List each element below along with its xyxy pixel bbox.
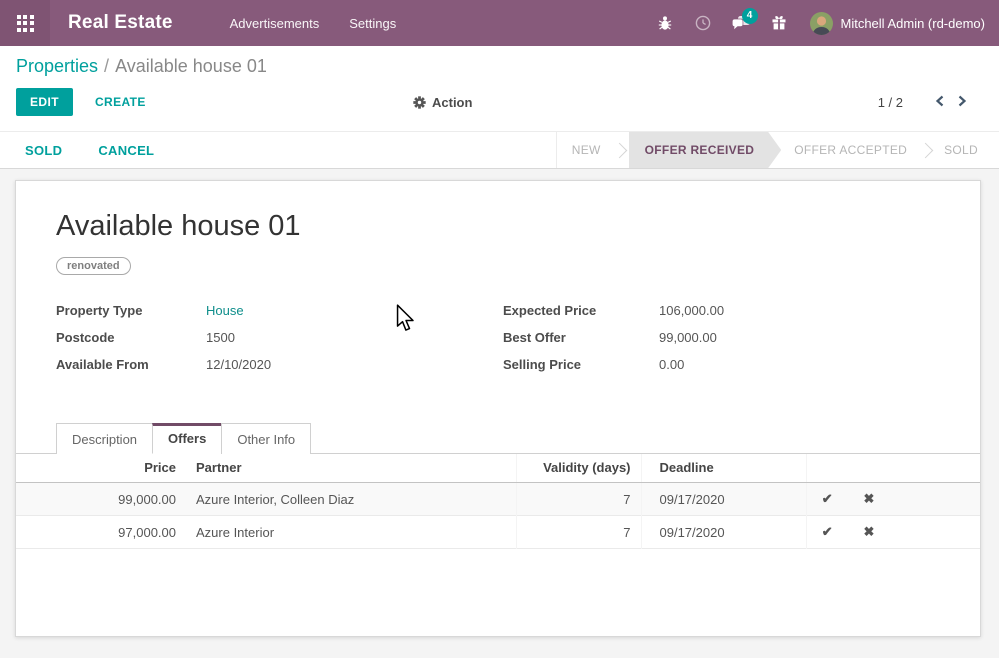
- field-label: Postcode: [56, 330, 206, 345]
- create-button[interactable]: CREATE: [89, 88, 152, 116]
- field-label: Available From: [56, 357, 206, 372]
- debug-bug-icon[interactable]: [646, 15, 684, 31]
- offer-deadline: 09/17/2020: [641, 516, 806, 549]
- field-groups: Property Type House Postcode 1500 Availa…: [56, 303, 940, 384]
- refuse-offer-icon[interactable]: ✖: [848, 516, 890, 549]
- breadcrumb-separator: /: [104, 56, 109, 76]
- field-property-type: Property Type House: [56, 303, 503, 318]
- top-navbar: Real Estate Advertisements Settings: [0, 0, 999, 46]
- action-label: Action: [432, 95, 472, 110]
- sold-button[interactable]: SOLD: [25, 143, 62, 158]
- field-label: Property Type: [56, 303, 206, 318]
- tab-other-info[interactable]: Other Info: [221, 423, 311, 454]
- control-buttons-row: EDIT CREATE Action 1 / 2: [16, 88, 983, 116]
- refuse-offer-icon[interactable]: ✖: [848, 483, 890, 516]
- field-label: Best Offer: [503, 330, 659, 345]
- pager-value: 1 / 2: [878, 95, 903, 110]
- column-header-deadline[interactable]: Deadline: [641, 454, 806, 483]
- column-header-filler: [890, 454, 980, 483]
- field-label: Expected Price: [503, 303, 659, 318]
- offer-row-2[interactable]: 97,000.00 Azure Interior 7 09/17/2020 ✔ …: [16, 516, 980, 549]
- control-panel: Properties / Available house 01 EDIT CREAT…: [0, 46, 999, 131]
- notebook-tabs: Description Offers Other Info: [16, 423, 980, 454]
- edit-button[interactable]: EDIT: [16, 88, 73, 116]
- offer-row-1[interactable]: 99,000.00 Azure Interior, Colleen Diaz 7…: [16, 483, 980, 516]
- gear-icon: [413, 96, 426, 109]
- avatar-photo: [810, 12, 833, 35]
- field-group-left: Property Type House Postcode 1500 Availa…: [56, 303, 503, 384]
- user-menu[interactable]: Mitchell Admin (rd-demo): [841, 16, 986, 31]
- apps-menu-button[interactable]: [0, 0, 50, 46]
- field-available-from: Available From 12/10/2020: [56, 357, 503, 372]
- field-postcode: Postcode 1500: [56, 330, 503, 345]
- field-expected-price: Expected Price 106,000.00: [503, 303, 940, 318]
- field-value: 0.00: [659, 357, 684, 372]
- action-menu-button[interactable]: Action: [413, 95, 472, 110]
- activities-clock-icon[interactable]: [684, 15, 722, 31]
- field-group-right: Expected Price 106,000.00 Best Offer 99,…: [503, 303, 940, 384]
- tab-description[interactable]: Description: [56, 423, 153, 454]
- column-header-price[interactable]: Price: [16, 454, 186, 483]
- stage-sold[interactable]: SOLD: [933, 143, 989, 157]
- breadcrumb: Properties / Available house 01: [16, 56, 983, 77]
- offers-header-row: Price Partner Validity (days) Deadline: [16, 454, 980, 483]
- pager: 1 / 2: [878, 93, 973, 112]
- pager-previous-button[interactable]: [929, 93, 951, 112]
- bug-icon: [657, 15, 673, 31]
- field-value: 99,000.00: [659, 330, 717, 345]
- messages-menu[interactable]: 4: [722, 15, 760, 32]
- menu-advertisements[interactable]: Advertisements: [230, 16, 320, 31]
- menu-settings[interactable]: Settings: [349, 16, 396, 31]
- stage-offer-accepted[interactable]: OFFER ACCEPTED: [783, 143, 918, 157]
- stage-pipeline: NEW OFFER RECEIVED OFFER ACCEPTED SOLD: [556, 132, 999, 168]
- tag-renovated: renovated: [56, 257, 131, 275]
- stage-separator-chevron: [918, 142, 934, 158]
- gift-icon-button[interactable]: [760, 15, 798, 31]
- breadcrumb-parent-link[interactable]: Properties: [16, 56, 98, 76]
- chevron-left-icon: [935, 95, 945, 107]
- field-value: 12/10/2020: [206, 357, 271, 372]
- offer-partner: Azure Interior, Colleen Diaz: [186, 483, 516, 516]
- offer-price: 97,000.00: [16, 516, 186, 549]
- app-title[interactable]: Real Estate: [68, 12, 173, 34]
- property-type-link[interactable]: House: [206, 303, 244, 318]
- field-selling-price: Selling Price 0.00: [503, 357, 940, 372]
- column-header-accept: [806, 454, 848, 483]
- field-label: Selling Price: [503, 357, 659, 372]
- statusbar: SOLD CANCEL NEW OFFER RECEIVED OFFER ACC…: [0, 131, 999, 169]
- breadcrumb-current: Available house 01: [115, 56, 267, 76]
- column-header-refuse: [848, 454, 890, 483]
- column-header-partner[interactable]: Partner: [186, 454, 516, 483]
- field-value: 1500: [206, 330, 235, 345]
- statusbar-buttons: SOLD CANCEL: [25, 143, 154, 158]
- user-avatar[interactable]: [810, 12, 833, 35]
- pager-next-button[interactable]: [951, 93, 973, 112]
- offers-table: Price Partner Validity (days) Deadline 9…: [16, 454, 980, 549]
- stage-offer-received[interactable]: OFFER RECEIVED: [629, 132, 782, 168]
- gift-icon: [771, 15, 787, 31]
- message-count-badge: 4: [742, 8, 758, 24]
- stage-new[interactable]: NEW: [561, 143, 612, 157]
- form-sheet: Available house 01 renovated Property Ty…: [15, 180, 981, 637]
- field-best-offer: Best Offer 99,000.00: [503, 330, 940, 345]
- tab-offers[interactable]: Offers: [152, 423, 222, 454]
- field-value: 106,000.00: [659, 303, 724, 318]
- offer-partner: Azure Interior: [186, 516, 516, 549]
- apps-grid-icon: [17, 15, 34, 32]
- stage-separator-chevron: [611, 142, 627, 158]
- record-title: Available house 01: [56, 210, 940, 243]
- offer-validity: 7: [516, 483, 641, 516]
- column-header-validity[interactable]: Validity (days): [516, 454, 641, 483]
- accept-offer-icon[interactable]: ✔: [806, 516, 848, 549]
- offer-validity: 7: [516, 516, 641, 549]
- chevron-right-icon: [957, 95, 967, 107]
- accept-offer-icon[interactable]: ✔: [806, 483, 848, 516]
- cancel-button[interactable]: CANCEL: [98, 143, 154, 158]
- navbar-right: 4 Mitchell Admin (rd-demo): [646, 12, 999, 35]
- offer-deadline: 09/17/2020: [641, 483, 806, 516]
- clock-icon: [695, 15, 711, 31]
- offer-price: 99,000.00: [16, 483, 186, 516]
